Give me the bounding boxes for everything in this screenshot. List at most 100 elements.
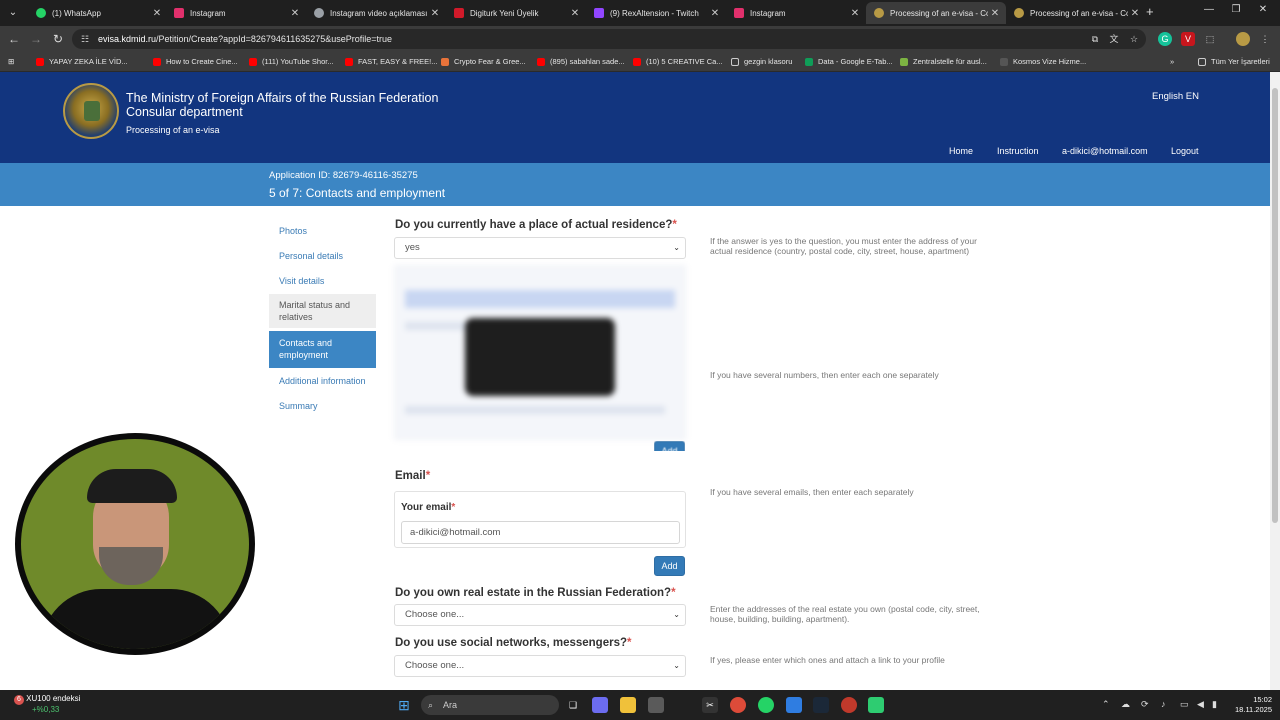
capcut-icon[interactable]: ✂ [702, 697, 718, 713]
store-icon[interactable] [648, 697, 664, 713]
sidenav-contacts-employment[interactable]: Contacts and employment [269, 331, 376, 368]
bookmark-item[interactable]: How to Create Cine... [153, 55, 238, 69]
residence-select[interactable]: yes ⌄ [394, 237, 686, 259]
tab-instagram-2[interactable]: Instagram ✕ [726, 2, 866, 24]
minimize-icon[interactable]: — [1202, 4, 1216, 15]
vivaldi-extension-icon[interactable]: V [1181, 32, 1195, 46]
bookmark-item[interactable]: Crypto Fear & Gree... [441, 55, 526, 69]
residence-select-value: yes [405, 242, 420, 253]
bookmark-label: Tüm Yer İşaretleri [1211, 57, 1270, 66]
bookmark-item[interactable]: Kosmos Vize Hizme... [1000, 55, 1086, 69]
language-switcher[interactable]: English EN [1152, 91, 1199, 102]
chevron-down-icon: ⌄ [673, 661, 680, 670]
kosmos-icon [1000, 58, 1008, 66]
emblem-icon [874, 8, 884, 18]
task-view-icon[interactable]: ❑ [565, 697, 581, 713]
add-phone-button[interactable]: Add [654, 441, 685, 451]
nav-instruction[interactable]: Instruction [997, 146, 1039, 156]
tab-instagram-video[interactable]: Instagram video açıklaması ✕ [306, 2, 446, 24]
close-icon[interactable]: ✕ [568, 8, 582, 19]
grammarly-icon[interactable]: G [1158, 32, 1172, 46]
more-bookmarks-icon[interactable]: » [1170, 55, 1174, 69]
close-icon[interactable]: ✕ [288, 8, 302, 19]
close-icon[interactable]: ✕ [708, 8, 722, 19]
sidenav-photos[interactable]: Photos [269, 224, 376, 238]
sidenav-visit-details[interactable]: Visit details [269, 274, 376, 288]
url-bar[interactable]: ☷ evisa.kdmid.ru/Petition/Create?appId=8… [72, 29, 1146, 49]
bookmark-item[interactable]: Zentralstelle für ausl... [900, 55, 987, 69]
bookmark-item[interactable]: Data - Google E-Tab... [805, 55, 893, 69]
whatsapp-app-icon[interactable] [758, 697, 774, 713]
real-estate-select[interactable]: Choose one... ⌄ [394, 604, 686, 626]
file-explorer-icon[interactable] [620, 697, 636, 713]
volume-icon[interactable]: ◀ [1197, 699, 1204, 710]
window-close-icon[interactable]: ✕ [1256, 4, 1270, 15]
browser-menu-icon[interactable]: ⋮ [1258, 32, 1272, 46]
add-email-button[interactable]: Add [654, 556, 685, 576]
close-icon[interactable]: ✕ [1128, 8, 1142, 19]
close-icon[interactable]: ✕ [848, 8, 862, 19]
tab-whatsapp[interactable]: (1) WhatsApp ✕ [28, 2, 168, 24]
sidenav-summary[interactable]: Summary [269, 399, 376, 413]
notepad-icon[interactable] [868, 697, 884, 713]
bookmark-item[interactable]: (111) YouTube Shor... [249, 55, 334, 69]
tab-digiturk[interactable]: Digiturk Yeni Üyelik ✕ [446, 2, 586, 24]
close-icon[interactable]: ✕ [988, 8, 1002, 19]
microphone-icon[interactable]: ♪ [1161, 699, 1166, 709]
close-icon[interactable]: ✕ [428, 8, 442, 19]
address-toolbar: ← → ↻ ☷ evisa.kdmid.ru/Petition/Create?a… [0, 26, 1280, 52]
sidenav-personal-details[interactable]: Personal details [269, 249, 376, 263]
extensions-icon[interactable]: ⬚ [1203, 32, 1217, 46]
nav-logout[interactable]: Logout [1171, 146, 1199, 156]
taskbar-clock[interactable]: 15:02 18.11.2025 [1226, 695, 1272, 715]
bookmark-item[interactable]: (895) sabahlan sade... [537, 55, 625, 69]
social-select[interactable]: Choose one... ⌄ [394, 655, 686, 677]
stock-widget[interactable]: 6 XU100 endeksi +%0,33 [14, 694, 80, 715]
bookmark-label: How to Create Cine... [166, 57, 238, 66]
taskbar-search[interactable]: ⌕ Ara [421, 695, 559, 715]
tab-evisa-active[interactable]: Processing of an e-visa - Co ✕ [866, 2, 1006, 24]
sidenav-marital-status[interactable]: Marital status and relatives [269, 294, 376, 328]
chrome-icon[interactable] [730, 697, 746, 713]
profile-avatar-icon[interactable] [1236, 32, 1250, 46]
nav-user-email[interactable]: a-dikici@hotmail.com [1062, 146, 1148, 156]
nav-home[interactable]: Home [949, 146, 973, 156]
bookmark-item[interactable]: YAPAY ZEKA İLE VİD... [36, 55, 128, 69]
translate-icon[interactable]: 文 [1107, 32, 1121, 46]
network-icon[interactable]: ▭ [1180, 699, 1189, 710]
tab-instagram[interactable]: Instagram ✕ [166, 2, 306, 24]
bookmark-folder[interactable]: gezgin klasoru [731, 55, 792, 69]
sidenav-additional-information[interactable]: Additional information [269, 374, 376, 388]
forward-arrow-icon[interactable]: → [28, 31, 44, 47]
tray-chevron-icon[interactable]: ⌃ [1102, 699, 1110, 710]
digiturk-icon [454, 8, 464, 18]
battery-icon[interactable]: ▮ [1212, 699, 1217, 710]
recorder-icon[interactable] [841, 697, 857, 713]
email-input[interactable]: a-dikici@hotmail.com [401, 521, 680, 544]
bookmark-item[interactable]: FAST, EASY & FREE!... [345, 55, 437, 69]
close-icon[interactable]: ✕ [150, 8, 164, 19]
tab-evisa-2[interactable]: Processing of an e-visa - Co ✕ [1006, 2, 1146, 24]
apps-grid-icon[interactable]: ⊞ [8, 55, 14, 69]
steam-icon[interactable] [813, 697, 829, 713]
all-bookmarks-folder[interactable]: Tüm Yer İşaretleri [1198, 55, 1270, 69]
tab-twitch[interactable]: (9) RexAltension - Twitch ✕ [586, 2, 726, 24]
bookmark-label: Zentralstelle für ausl... [913, 57, 987, 66]
bookmark-item[interactable]: (10) 5 CREATIVE Ca... [633, 55, 723, 69]
stock-badge: 6 [14, 695, 24, 705]
new-tab-icon[interactable]: + [1146, 4, 1160, 20]
back-arrow-icon[interactable]: ← [6, 31, 22, 47]
copilot-icon[interactable] [592, 697, 608, 713]
install-app-icon[interactable]: ⧉ [1088, 32, 1102, 46]
sync-icon[interactable]: ⟳ [1141, 699, 1149, 710]
restore-icon[interactable]: ❐ [1229, 4, 1243, 15]
bookmark-star-icon[interactable]: ☆ [1127, 32, 1141, 46]
scrollbar-thumb[interactable] [1272, 88, 1278, 523]
windows-start-icon[interactable]: ⊞ [396, 697, 412, 713]
edge-icon[interactable] [786, 697, 802, 713]
site-settings-icon[interactable]: ☷ [81, 34, 91, 44]
application-bar: Application ID: 82679-46116-35275 5 of 7… [0, 163, 1270, 206]
onedrive-icon[interactable]: ☁ [1121, 699, 1130, 710]
reload-icon[interactable]: ↻ [50, 31, 66, 47]
tab-search-icon[interactable]: ⌄ [4, 4, 22, 22]
